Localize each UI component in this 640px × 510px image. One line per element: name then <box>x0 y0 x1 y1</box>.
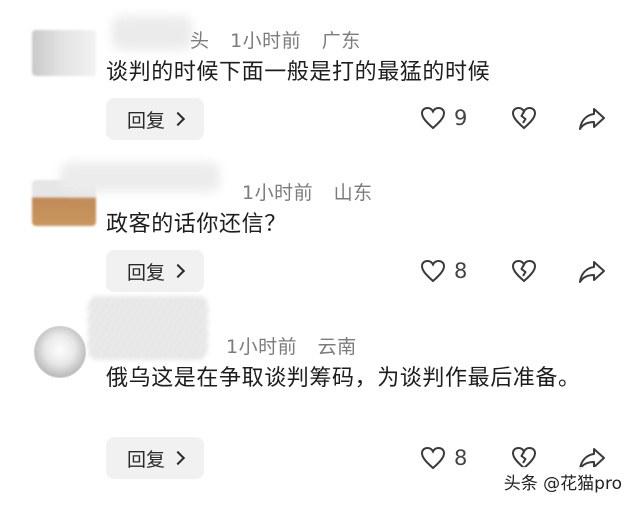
reply-label: 回复 <box>126 448 165 471</box>
chevron-right-icon <box>170 263 186 279</box>
share-button[interactable] <box>578 259 606 285</box>
username-suffix: 头 <box>190 30 210 52</box>
like-count: 9 <box>454 106 468 130</box>
chevron-right-icon <box>170 450 186 466</box>
comment-text: 政客的话你还信？ <box>106 212 287 237</box>
heart-icon <box>420 446 446 470</box>
comment-location: 山东 <box>333 182 373 204</box>
comment-time: 1小时前 <box>226 336 298 358</box>
dislike-button[interactable] <box>511 259 537 283</box>
heart-icon <box>420 259 446 283</box>
dislike-button[interactable] <box>511 106 537 130</box>
chevron-right-icon <box>170 111 186 127</box>
reply-label: 回复 <box>126 261 165 284</box>
avatar[interactable] <box>34 326 86 378</box>
share-button[interactable] <box>578 106 606 132</box>
comment-meta: 头 1小时前 广东 <box>190 26 375 53</box>
username-blurred[interactable] <box>112 16 192 50</box>
comment-time: 1小时前 <box>230 30 302 52</box>
reply-button[interactable]: 回复 <box>106 98 204 140</box>
like-button[interactable]: 8 <box>420 446 467 470</box>
reply-button[interactable]: 回复 <box>106 250 204 292</box>
reply-label: 回复 <box>126 109 165 132</box>
broken-heart-icon <box>511 106 537 130</box>
share-arrow-icon <box>579 108 605 130</box>
username-blurred[interactable] <box>88 296 208 360</box>
comment-meta: 1小时前 山东 <box>228 178 387 205</box>
comment-text: 谈判的时候下面一般是打的最猛的时候 <box>106 60 491 85</box>
watermark: 头条 @花猫pro <box>499 467 626 496</box>
like-count: 8 <box>454 259 468 283</box>
like-count: 8 <box>454 446 468 470</box>
broken-heart-icon <box>511 259 537 283</box>
share-arrow-icon <box>579 261 605 283</box>
comment-meta: 1小时前 云南 <box>212 332 371 359</box>
reply-button[interactable]: 回复 <box>106 437 204 479</box>
comment-location: 广东 <box>321 30 361 52</box>
avatar[interactable] <box>32 30 96 76</box>
like-button[interactable]: 9 <box>420 106 467 130</box>
username-blurred[interactable] <box>60 162 220 192</box>
comment-text: 俄乌这是在争取谈判筹码，为谈判作最后准备。 <box>106 366 581 391</box>
like-button[interactable]: 8 <box>420 259 467 283</box>
heart-icon <box>420 106 446 130</box>
comment-time: 1小时前 <box>242 182 314 204</box>
comment-location: 云南 <box>317 336 357 358</box>
